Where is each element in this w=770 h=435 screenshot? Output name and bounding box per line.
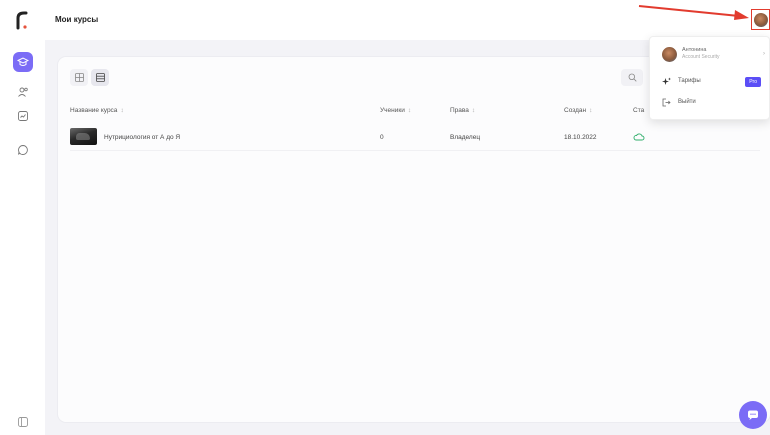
logo-icon[interactable] [14, 10, 30, 30]
pro-badge: Pro [745, 77, 761, 87]
sidebar [0, 40, 45, 435]
column-header-name[interactable]: Название курса ↕ [70, 107, 124, 114]
sidebar-collapse[interactable] [13, 412, 33, 432]
avatar [662, 47, 677, 62]
sidebar-item-messages[interactable] [13, 140, 33, 160]
top-bar: Мои курсы [0, 0, 770, 40]
page-title: Мои курсы [55, 15, 99, 24]
support-chat-button[interactable] [739, 401, 767, 429]
user-role: Account Security [682, 54, 720, 60]
sidebar-item-courses[interactable] [13, 52, 33, 72]
column-header-status[interactable]: Ста [633, 107, 644, 114]
annotation-arrow [638, 5, 749, 20]
list-view-button[interactable] [91, 69, 109, 86]
course-thumbnail [70, 128, 97, 145]
course-students: 0 [380, 134, 384, 141]
sidebar-item-students[interactable] [13, 82, 33, 102]
graduation-cap-icon [17, 57, 29, 66]
column-header-students[interactable]: Ученики ↕ [380, 107, 411, 114]
list-icon [95, 73, 105, 82]
grid-view-button[interactable] [70, 69, 88, 86]
table-row[interactable]: Нутрициология от А до Я 0 Владелец 18.10… [70, 125, 760, 151]
menu-item-logout[interactable]: Выйти [662, 96, 767, 110]
grid-icon [74, 73, 84, 82]
chat-icon [18, 145, 28, 155]
search-button[interactable] [621, 69, 643, 86]
user-menu: Антонина Account Security › Тарифы Pro В… [649, 36, 770, 120]
chat-bubble-icon [748, 410, 758, 420]
chart-icon [18, 111, 28, 121]
chevron-right-icon: › [763, 51, 765, 57]
app-window: Мои курсы Название курса ↕ Ученики ↕ Пра… [0, 0, 770, 435]
course-created: 18.10.2022 [564, 134, 597, 141]
course-name[interactable]: Нутрициология от А до Я [104, 134, 180, 141]
cloud-icon [633, 133, 645, 141]
user-menu-profile[interactable]: Антонина Account Security › [662, 45, 767, 67]
users-icon [18, 87, 28, 97]
column-header-created[interactable]: Создан ↕ [564, 107, 592, 114]
avatar-highlight [751, 9, 770, 30]
course-rights: Владелец [450, 134, 481, 141]
column-header-rights[interactable]: Права ↕ [450, 107, 475, 114]
menu-item-tariffs[interactable]: Тарифы Pro [662, 75, 767, 89]
user-name: Антонина [682, 47, 707, 53]
sidebar-item-analytics[interactable] [13, 106, 33, 126]
avatar[interactable] [754, 13, 768, 27]
view-toggle [70, 69, 109, 86]
search-icon [628, 73, 637, 82]
logout-icon [662, 98, 671, 107]
sparkle-icon [662, 77, 671, 85]
collapse-icon [18, 417, 28, 427]
